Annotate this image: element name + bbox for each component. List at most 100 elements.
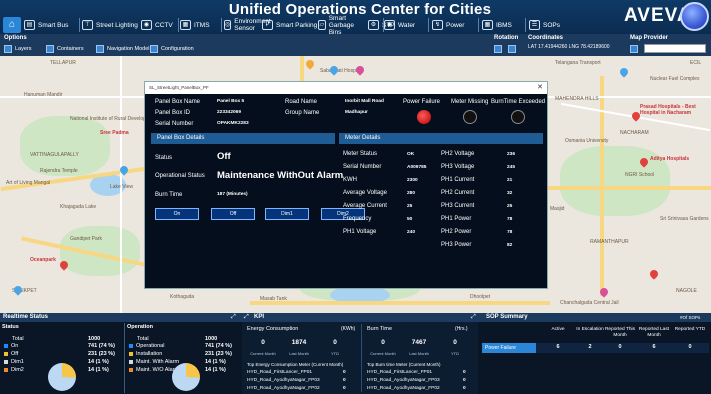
map-marker[interactable]: [304, 58, 316, 70]
sop-cell-value: 0: [618, 344, 622, 350]
map-label: NAGOLE: [676, 288, 697, 294]
meter-details-header: Meter Details: [339, 133, 543, 144]
burn-top-name: HYD_Road_FirstLancer_FP01: [367, 370, 433, 375]
energy-top-name: HYD_Road_AyodhyaNagar_FP03: [247, 378, 320, 383]
kpi-header: KPI: [242, 313, 478, 322]
operation-row-label: Operational: [129, 343, 164, 349]
burn-top-value: 0: [463, 378, 466, 383]
phase-row-value: 82: [507, 243, 513, 248]
dim1-button[interactable]: Dim1: [265, 208, 309, 220]
map-provider-select[interactable]: [644, 44, 706, 53]
map-label: Dhoolpet: [470, 294, 491, 300]
tab-power[interactable]: ↯ Power: [432, 18, 464, 32]
tab-divider: [478, 18, 479, 32]
map-marker[interactable]: [618, 66, 630, 78]
tab-cctv[interactable]: ◉ CCTV: [141, 18, 173, 32]
traffic-icon: ▦: [180, 20, 191, 30]
legend-swatch: [4, 351, 8, 356]
map-label: TELLAPUR: [50, 60, 76, 66]
meter-row-value: 25: [407, 204, 413, 209]
sop-count-label: #Of SOPs: [680, 315, 701, 320]
tab-smart-garbage-bins[interactable]: ▱ Smart Garbage Bins: [318, 15, 366, 36]
map-marker[interactable]: [648, 268, 660, 280]
status-row-label: On: [4, 343, 18, 349]
meter-row-label: KWH: [343, 177, 357, 183]
serial-number-value: OPAKMK2283: [217, 121, 249, 126]
coordinates-label: Coordinates: [528, 35, 564, 41]
containers-button[interactable]: Containers: [46, 45, 84, 53]
tab-water[interactable]: ◉ Water: [384, 18, 415, 32]
map-label: Osmania University: [565, 138, 609, 144]
energy-kpi-caption: Current Month: [250, 351, 276, 356]
meter-row-value: 50: [407, 217, 413, 222]
close-icon[interactable]: ✕: [537, 82, 543, 94]
map-label: NACHARAM: [620, 130, 649, 136]
phase-row-label: PH3 Voltage: [441, 164, 475, 170]
tab-itms[interactable]: ▦ ITMS: [180, 18, 210, 32]
map-provider-icon-button[interactable]: [630, 45, 641, 53]
operation-row-value: 14 (1 %): [205, 359, 226, 365]
status-row-value: 14 (1 %): [88, 359, 109, 365]
meter-row-label: Average Current: [343, 203, 387, 209]
expand-icon[interactable]: ⤢: [471, 314, 476, 321]
containers-icon: [46, 45, 54, 53]
power-failure-indicator: [417, 110, 431, 124]
bus-icon: ▤: [24, 20, 35, 30]
meter-row-value: 240: [407, 230, 416, 235]
tab-sops[interactable]: ☰ SOPs: [529, 18, 560, 32]
group-name-value: Madhapur: [345, 110, 368, 115]
phase-row-label: PH1 Power: [441, 216, 472, 222]
tab-smart-bus[interactable]: ▤ Smart Bus: [24, 18, 68, 32]
sop-cell-value: 6: [652, 344, 656, 350]
tab-label: Smart Parking: [276, 21, 318, 29]
tab-smart-parking[interactable]: P Smart Parking: [262, 18, 317, 32]
on-button[interactable]: On: [155, 208, 199, 220]
meter-row-label: Average Voltage: [343, 190, 387, 196]
configuration-button[interactable]: Configuration: [150, 45, 194, 53]
status-value: Off: [217, 151, 231, 162]
expand-icon[interactable]: ⤢: [244, 314, 249, 321]
energy-unit: (KWh): [341, 326, 356, 332]
tab-ibms[interactable]: ▦ IBMS: [482, 18, 512, 32]
phase-row-label: PH2 Current: [441, 190, 475, 196]
globe-icon[interactable]: [680, 2, 709, 31]
burn-kpi-caption: Last Month: [409, 351, 429, 356]
operation-row-value: 14 (1 %): [205, 367, 226, 373]
map-label: VATTINAGULAPALLY: [30, 152, 79, 158]
energy-top-name: HYD_Road_AyodhyaNagar_FP02: [247, 386, 320, 391]
home-button[interactable]: ⌂: [3, 17, 21, 33]
legend-label: Maint. With Alarm: [136, 359, 180, 365]
rotate-icon: [508, 45, 516, 53]
legend-swatch: [129, 367, 133, 372]
expand-icon[interactable]: ⤢: [231, 314, 236, 321]
energy-top-title: Top Energy Consumption Meter (Current Mo…: [247, 362, 344, 367]
tab-street-lighting[interactable]: ⊤ Street Lighting: [82, 18, 138, 32]
map-label: NGRI School: [625, 172, 655, 178]
map-label: Khajaguda Lake: [60, 204, 97, 210]
parking-icon: P: [262, 20, 273, 30]
energy-kpi-value: 0: [261, 339, 265, 346]
rotation-button[interactable]: [494, 45, 505, 53]
map-provider-label: Map Provider: [630, 35, 669, 41]
navigation-model-button[interactable]: Navigation Model: [96, 45, 150, 53]
burn-kpi-value: 0: [453, 339, 457, 346]
layers-button[interactable]: Layers: [4, 45, 32, 53]
stp-icon: ⚙: [368, 20, 379, 30]
tab-environment-sensor[interactable]: ◎ Environment Sensor: [224, 18, 271, 32]
legend-label: Off: [11, 351, 19, 357]
operation-title: Operation: [127, 324, 153, 330]
map-label: Nuclear Fuel Complex: [650, 76, 700, 82]
off-button[interactable]: Off: [211, 208, 255, 220]
operational-status-value: Maintenance WithOut Alarm: [217, 170, 344, 181]
energy-top-name: HYD_Road_FirstLancer_FP01: [247, 370, 313, 375]
rotation-button-2[interactable]: [508, 45, 519, 53]
building-icon: ▦: [482, 20, 493, 30]
map-label: ECIL: [690, 60, 702, 66]
rotation-label: Rotation: [494, 35, 519, 41]
streetlight-icon: ⊤: [82, 20, 93, 30]
legend-swatch: [4, 343, 8, 348]
sensor-icon: ◎: [224, 20, 232, 30]
burntime-exceeded-label: BurnTime Exceeded: [491, 99, 546, 105]
legend-label: On: [11, 343, 19, 349]
configuration-label: Configuration: [161, 46, 194, 52]
